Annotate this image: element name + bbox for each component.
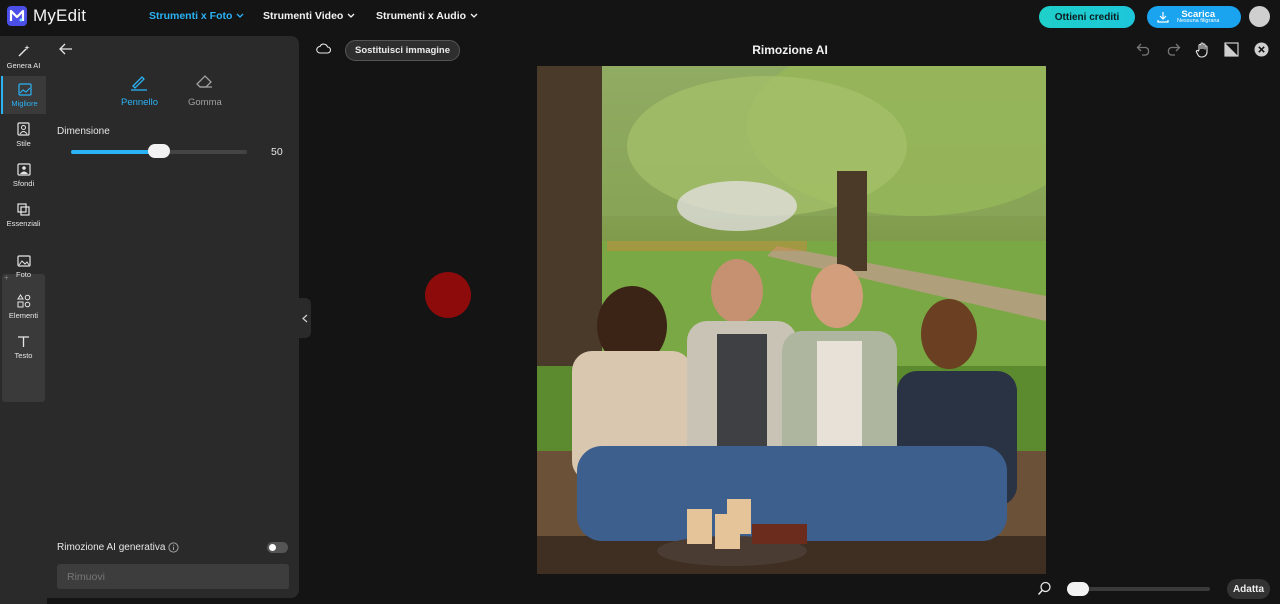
size-slider[interactable] <box>71 144 247 158</box>
compare-icon[interactable] <box>1224 42 1239 57</box>
zoom-icon[interactable] <box>1037 581 1052 596</box>
rail-item-label: Stile <box>16 139 31 148</box>
undo-icon[interactable] <box>1136 42 1152 56</box>
rail-item-label: Elementi <box>8 311 39 320</box>
background-icon <box>16 162 31 176</box>
hand-pan-icon[interactable] <box>1195 42 1210 58</box>
rail-item-generate-ai[interactable]: Genera AI <box>1 38 46 76</box>
redo-icon[interactable] <box>1165 42 1181 56</box>
generative-removal-label: Rimozione AI generativa <box>57 542 166 553</box>
size-slider-fill <box>71 150 159 154</box>
park-photo-illustration <box>537 66 1046 574</box>
rail-item-label: Migliore <box>11 98 38 108</box>
zoom-slider-thumb[interactable] <box>1067 582 1089 596</box>
tool-brush[interactable]: Pennello <box>121 72 158 108</box>
rail-item-label: Sfondi <box>12 178 35 188</box>
nav-photo-tools-label: Strumenti x Foto <box>149 10 233 22</box>
rail-item-backgrounds[interactable]: Sfondi <box>1 156 46 194</box>
rail-item-text[interactable]: Testo <box>1 328 46 366</box>
close-icon[interactable] <box>1254 42 1269 57</box>
portrait-style-icon <box>17 122 30 136</box>
user-avatar[interactable] <box>1249 6 1270 27</box>
text-icon <box>18 335 29 347</box>
nav-video-tools-label: Strumenti Video <box>263 10 344 22</box>
download-sublabel: Nessuna filigrana <box>1177 18 1220 24</box>
top-bar: MyEdit Strumenti x Foto Strumenti Video … <box>0 0 1280 34</box>
eraser-icon <box>195 75 212 88</box>
brush-icon <box>131 76 148 91</box>
rail-item-elements[interactable]: Elementi <box>1 288 46 326</box>
rail-item-label: Essenziali <box>6 218 41 228</box>
edited-photo[interactable] <box>537 66 1046 574</box>
cloud-icon[interactable] <box>316 43 331 54</box>
page-title: Rimozione AI <box>752 43 828 57</box>
back-arrow-icon[interactable] <box>59 43 73 55</box>
nav-video-tools[interactable]: Strumenti Video <box>263 10 355 22</box>
size-value: 50 <box>271 146 283 158</box>
chevron-left-icon <box>302 314 308 322</box>
zoom-slider[interactable] <box>1068 587 1210 591</box>
app-logo[interactable]: MyEdit <box>7 6 86 26</box>
fit-button[interactable]: Adatta <box>1227 579 1270 599</box>
toggle-knob <box>269 544 276 551</box>
replace-image-button[interactable]: Sostituisci immagine <box>345 40 460 61</box>
brush-cursor-preview <box>425 272 471 318</box>
chevron-down-icon <box>470 13 478 18</box>
collapse-panel-tab[interactable] <box>299 298 311 338</box>
chevron-down-icon <box>347 13 355 18</box>
rail-item-enhance[interactable]: Migliore <box>1 76 46 114</box>
tool-panel: Pennello Gomma Dimensione 50 Rimozione A… <box>47 36 299 598</box>
rail-item-label: Genera AI <box>6 61 41 70</box>
rail-item-label: Testo <box>14 350 33 360</box>
left-rail: Genera AI Migliore Stile Sfondi Essenzia… <box>0 36 47 604</box>
rail-item-photo[interactable]: Foto <box>1 248 46 286</box>
elements-icon <box>16 294 30 308</box>
get-credits-button[interactable]: Ottieni crediti <box>1039 6 1135 28</box>
download-icon <box>1157 12 1169 23</box>
app-name: MyEdit <box>33 6 87 25</box>
photo-icon <box>16 255 31 267</box>
enhance-image-icon <box>17 82 32 96</box>
remove-button[interactable]: Rimuovi <box>57 564 289 589</box>
tool-eraser[interactable]: Gomma <box>188 72 222 108</box>
rail-item-label: Foto <box>15 270 31 279</box>
nav-audio-tools-label: Strumenti x Audio <box>376 10 467 22</box>
myedit-logo-icon <box>7 6 27 26</box>
tool-eraser-label: Gomma <box>188 97 222 108</box>
rail-item-essentials[interactable]: Essenziali <box>1 196 46 234</box>
size-slider-thumb[interactable] <box>148 144 170 158</box>
nav-audio-tools[interactable]: Strumenti x Audio <box>376 10 478 22</box>
size-label: Dimensione <box>57 126 110 137</box>
chevron-down-icon <box>236 13 244 18</box>
magic-wand-icon <box>18 45 30 57</box>
download-button[interactable]: Scarica Nessuna filigrana <box>1147 6 1241 28</box>
rail-item-style[interactable]: Stile <box>1 116 46 154</box>
crop-essentials-icon <box>17 202 30 216</box>
generative-removal-toggle[interactable] <box>267 542 288 553</box>
tool-brush-label: Pennello <box>121 97 158 108</box>
nav-photo-tools[interactable]: Strumenti x Foto <box>149 10 244 22</box>
info-icon[interactable] <box>168 542 179 553</box>
